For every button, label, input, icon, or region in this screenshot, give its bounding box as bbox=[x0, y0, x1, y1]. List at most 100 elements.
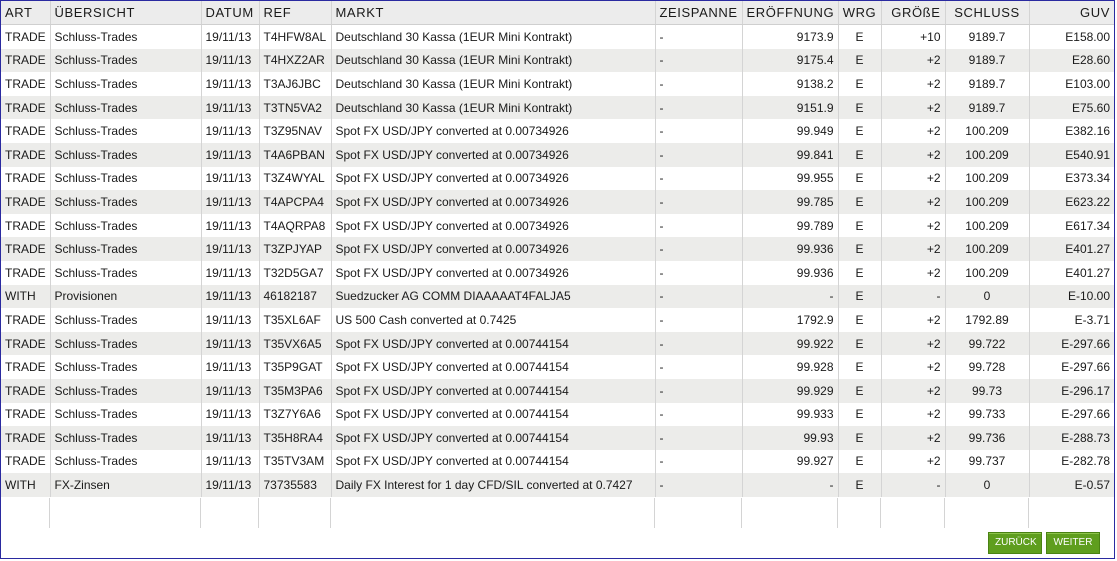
table-row[interactable]: TRADE Schluss-Trades 19/11/13 T3AJ6JBC Deuts… bbox=[1, 72, 1114, 96]
table-row[interactable]: TRADE Schluss-Trades 19/11/13 T4A6PBAN Spot … bbox=[1, 142, 1114, 167]
table-row[interactable]: TRADE Schluss-Trades 19/11/13 T4APCPA4 Spot … bbox=[1, 190, 1114, 214]
cell-guv: E-297.66 bbox=[1029, 355, 1114, 379]
table-row[interactable]: TRADE Schluss-Trades 19/11/13 T35P9GAT Spot … bbox=[1, 355, 1114, 379]
table-row[interactable]: TRADE Schluss-Trades 19/11/13 T3TN5VA2 Deuts… bbox=[1, 95, 1114, 120]
table-row[interactable]: TRADE Schluss-Trades 19/11/13 T3Z4WYAL Spot … bbox=[1, 166, 1114, 191]
cell-datum: 19/11/13 bbox=[201, 378, 260, 403]
cell-ref: T4HFW8AL bbox=[259, 24, 332, 49]
cell-guv: E-296.17 bbox=[1029, 378, 1114, 403]
column-header-guv[interactable]: GUV bbox=[1029, 1, 1114, 25]
table-row[interactable]: TRADE Schluss-Trades 19/11/13 T4AQRPA8 Spot … bbox=[1, 213, 1114, 238]
cell-markt: Spot FX USD/JPY converted at 0.00744154 bbox=[331, 449, 656, 474]
cell-art: TRADE bbox=[1, 355, 51, 379]
table-row[interactable]: TRADE Schluss-Trades 19/11/13 T3ZPJYAP Spot … bbox=[1, 237, 1114, 261]
cell-ref: T35M3PA6 bbox=[259, 378, 332, 403]
cell-uebersicht: Schluss-Trades bbox=[50, 237, 202, 261]
column-divider bbox=[837, 498, 838, 528]
table-row[interactable]: TRADE Schluss-Trades 19/11/13 T32D5GA7 Spot … bbox=[1, 260, 1114, 285]
cell-datum: 19/11/13 bbox=[201, 402, 260, 427]
cell-eroeffnung: 9173.9 bbox=[742, 24, 839, 49]
cell-zeispanne: - bbox=[655, 24, 743, 49]
column-header-markt[interactable]: MARKT bbox=[331, 1, 656, 25]
cell-markt: Spot FX USD/JPY converted at 0.00744154 bbox=[331, 402, 656, 427]
column-header-datum[interactable]: DATUM bbox=[201, 1, 260, 25]
column-header-uebersicht[interactable]: ÜBERSICHT bbox=[50, 1, 202, 25]
cell-eroeffnung: 9175.4 bbox=[742, 48, 839, 73]
cell-guv: E540.91 bbox=[1029, 142, 1114, 167]
cell-zeispanne: - bbox=[655, 72, 743, 96]
cell-guv: E158.00 bbox=[1029, 24, 1114, 49]
cell-datum: 19/11/13 bbox=[201, 213, 260, 238]
cell-zeispanne: - bbox=[655, 190, 743, 214]
cell-zeispanne: - bbox=[655, 237, 743, 261]
cell-art: TRADE bbox=[1, 72, 51, 96]
column-divider bbox=[880, 498, 881, 528]
cell-uebersicht: Schluss-Trades bbox=[50, 190, 202, 214]
cell-wrg: E bbox=[838, 72, 882, 96]
cell-wrg: E bbox=[838, 402, 882, 427]
cell-markt: Deutschland 30 Kassa (1EUR Mini Kontrakt… bbox=[331, 72, 656, 96]
cell-ref: T3Z95NAV bbox=[259, 119, 332, 143]
table-row[interactable]: TRADE Schluss-Trades 19/11/13 T4HFW8AL Deuts… bbox=[1, 24, 1114, 49]
cell-eroeffnung: 99.933 bbox=[742, 402, 839, 427]
column-divider bbox=[200, 498, 201, 528]
cell-groesse: +2 bbox=[881, 426, 946, 450]
transactions-window: ART ÜBERSICHT DATUM REF MARKT ZEISPANNE … bbox=[0, 0, 1115, 559]
cell-eroeffnung: 99.922 bbox=[742, 331, 839, 356]
cell-wrg: E bbox=[838, 308, 882, 332]
cell-guv: E-0.57 bbox=[1029, 473, 1114, 497]
cell-groesse: +2 bbox=[881, 142, 946, 167]
cell-wrg: E bbox=[838, 142, 882, 167]
cell-zeispanne: - bbox=[655, 142, 743, 167]
back-button[interactable]: ZURÜCK bbox=[988, 532, 1042, 554]
cell-schluss: 0 bbox=[945, 284, 1030, 309]
table-row[interactable]: TRADE Schluss-Trades 19/11/13 T35XL6AF US 50… bbox=[1, 308, 1114, 332]
cell-art: TRADE bbox=[1, 308, 51, 332]
table-row[interactable]: TRADE Schluss-Trades 19/11/13 T35H8RA4 Spot … bbox=[1, 426, 1114, 450]
cell-schluss: 9189.7 bbox=[945, 24, 1030, 49]
cell-guv: E401.27 bbox=[1029, 260, 1114, 285]
cell-uebersicht: Schluss-Trades bbox=[50, 72, 202, 96]
next-button[interactable]: WEITER bbox=[1046, 532, 1100, 554]
cell-guv: E-282.78 bbox=[1029, 449, 1114, 474]
cell-uebersicht: Schluss-Trades bbox=[50, 142, 202, 167]
transactions-table: ART ÜBERSICHT DATUM REF MARKT ZEISPANNE … bbox=[1, 1, 1114, 497]
table-row[interactable]: WITH Provisionen 19/11/13 46182187 Suedzucke… bbox=[1, 284, 1114, 309]
cell-eroeffnung: 99.785 bbox=[742, 190, 839, 214]
cell-markt: Deutschland 30 Kassa (1EUR Mini Kontrakt… bbox=[331, 95, 656, 120]
table-row[interactable]: TRADE Schluss-Trades 19/11/13 T4HXZ2AR Deuts… bbox=[1, 48, 1114, 73]
column-header-schluss[interactable]: SCHLUSS bbox=[945, 1, 1030, 25]
cell-groesse: +2 bbox=[881, 260, 946, 285]
table-row[interactable]: WITH FX-Zinsen 19/11/13 73735583 Daily FX In… bbox=[1, 473, 1114, 497]
cell-uebersicht: FX-Zinsen bbox=[50, 473, 202, 497]
table-row[interactable]: TRADE Schluss-Trades 19/11/13 T35M3PA6 Spot … bbox=[1, 378, 1114, 403]
cell-zeispanne: - bbox=[655, 284, 743, 309]
cell-ref: T4A6PBAN bbox=[259, 142, 332, 167]
column-header-art[interactable]: ART bbox=[1, 1, 51, 25]
cell-zeispanne: - bbox=[655, 95, 743, 120]
cell-groesse: +2 bbox=[881, 378, 946, 403]
cell-ref: T35XL6AF bbox=[259, 308, 332, 332]
cell-art: TRADE bbox=[1, 213, 51, 238]
cell-uebersicht: Schluss-Trades bbox=[50, 260, 202, 285]
cell-groesse: +2 bbox=[881, 190, 946, 214]
cell-schluss: 99.733 bbox=[945, 402, 1030, 427]
column-header-zeispanne[interactable]: ZEISPANNE bbox=[655, 1, 743, 25]
table-row[interactable]: TRADE Schluss-Trades 19/11/13 T3Z7Y6A6 Spot … bbox=[1, 402, 1114, 427]
column-header-ref[interactable]: REF bbox=[259, 1, 332, 25]
cell-wrg: E bbox=[838, 213, 882, 238]
cell-eroeffnung: 9138.2 bbox=[742, 72, 839, 96]
cell-ref: 46182187 bbox=[259, 284, 332, 309]
cell-groesse: +10 bbox=[881, 24, 946, 49]
table-row[interactable]: TRADE Schluss-Trades 19/11/13 T35VX6A5 Spot … bbox=[1, 331, 1114, 356]
column-header-groesse[interactable]: GRÖßE bbox=[881, 1, 946, 25]
cell-datum: 19/11/13 bbox=[201, 119, 260, 143]
column-header-wrg[interactable]: WRG bbox=[838, 1, 882, 25]
cell-schluss: 100.209 bbox=[945, 190, 1030, 214]
cell-zeispanne: - bbox=[655, 308, 743, 332]
column-header-eroeffnung[interactable]: ERÖFFNUNG bbox=[742, 1, 839, 25]
cell-art: TRADE bbox=[1, 260, 51, 285]
table-row[interactable]: TRADE Schluss-Trades 19/11/13 T3Z95NAV Spot … bbox=[1, 119, 1114, 143]
cell-guv: E103.00 bbox=[1029, 72, 1114, 96]
table-row[interactable]: TRADE Schluss-Trades 19/11/13 T35TV3AM Spot … bbox=[1, 449, 1114, 474]
